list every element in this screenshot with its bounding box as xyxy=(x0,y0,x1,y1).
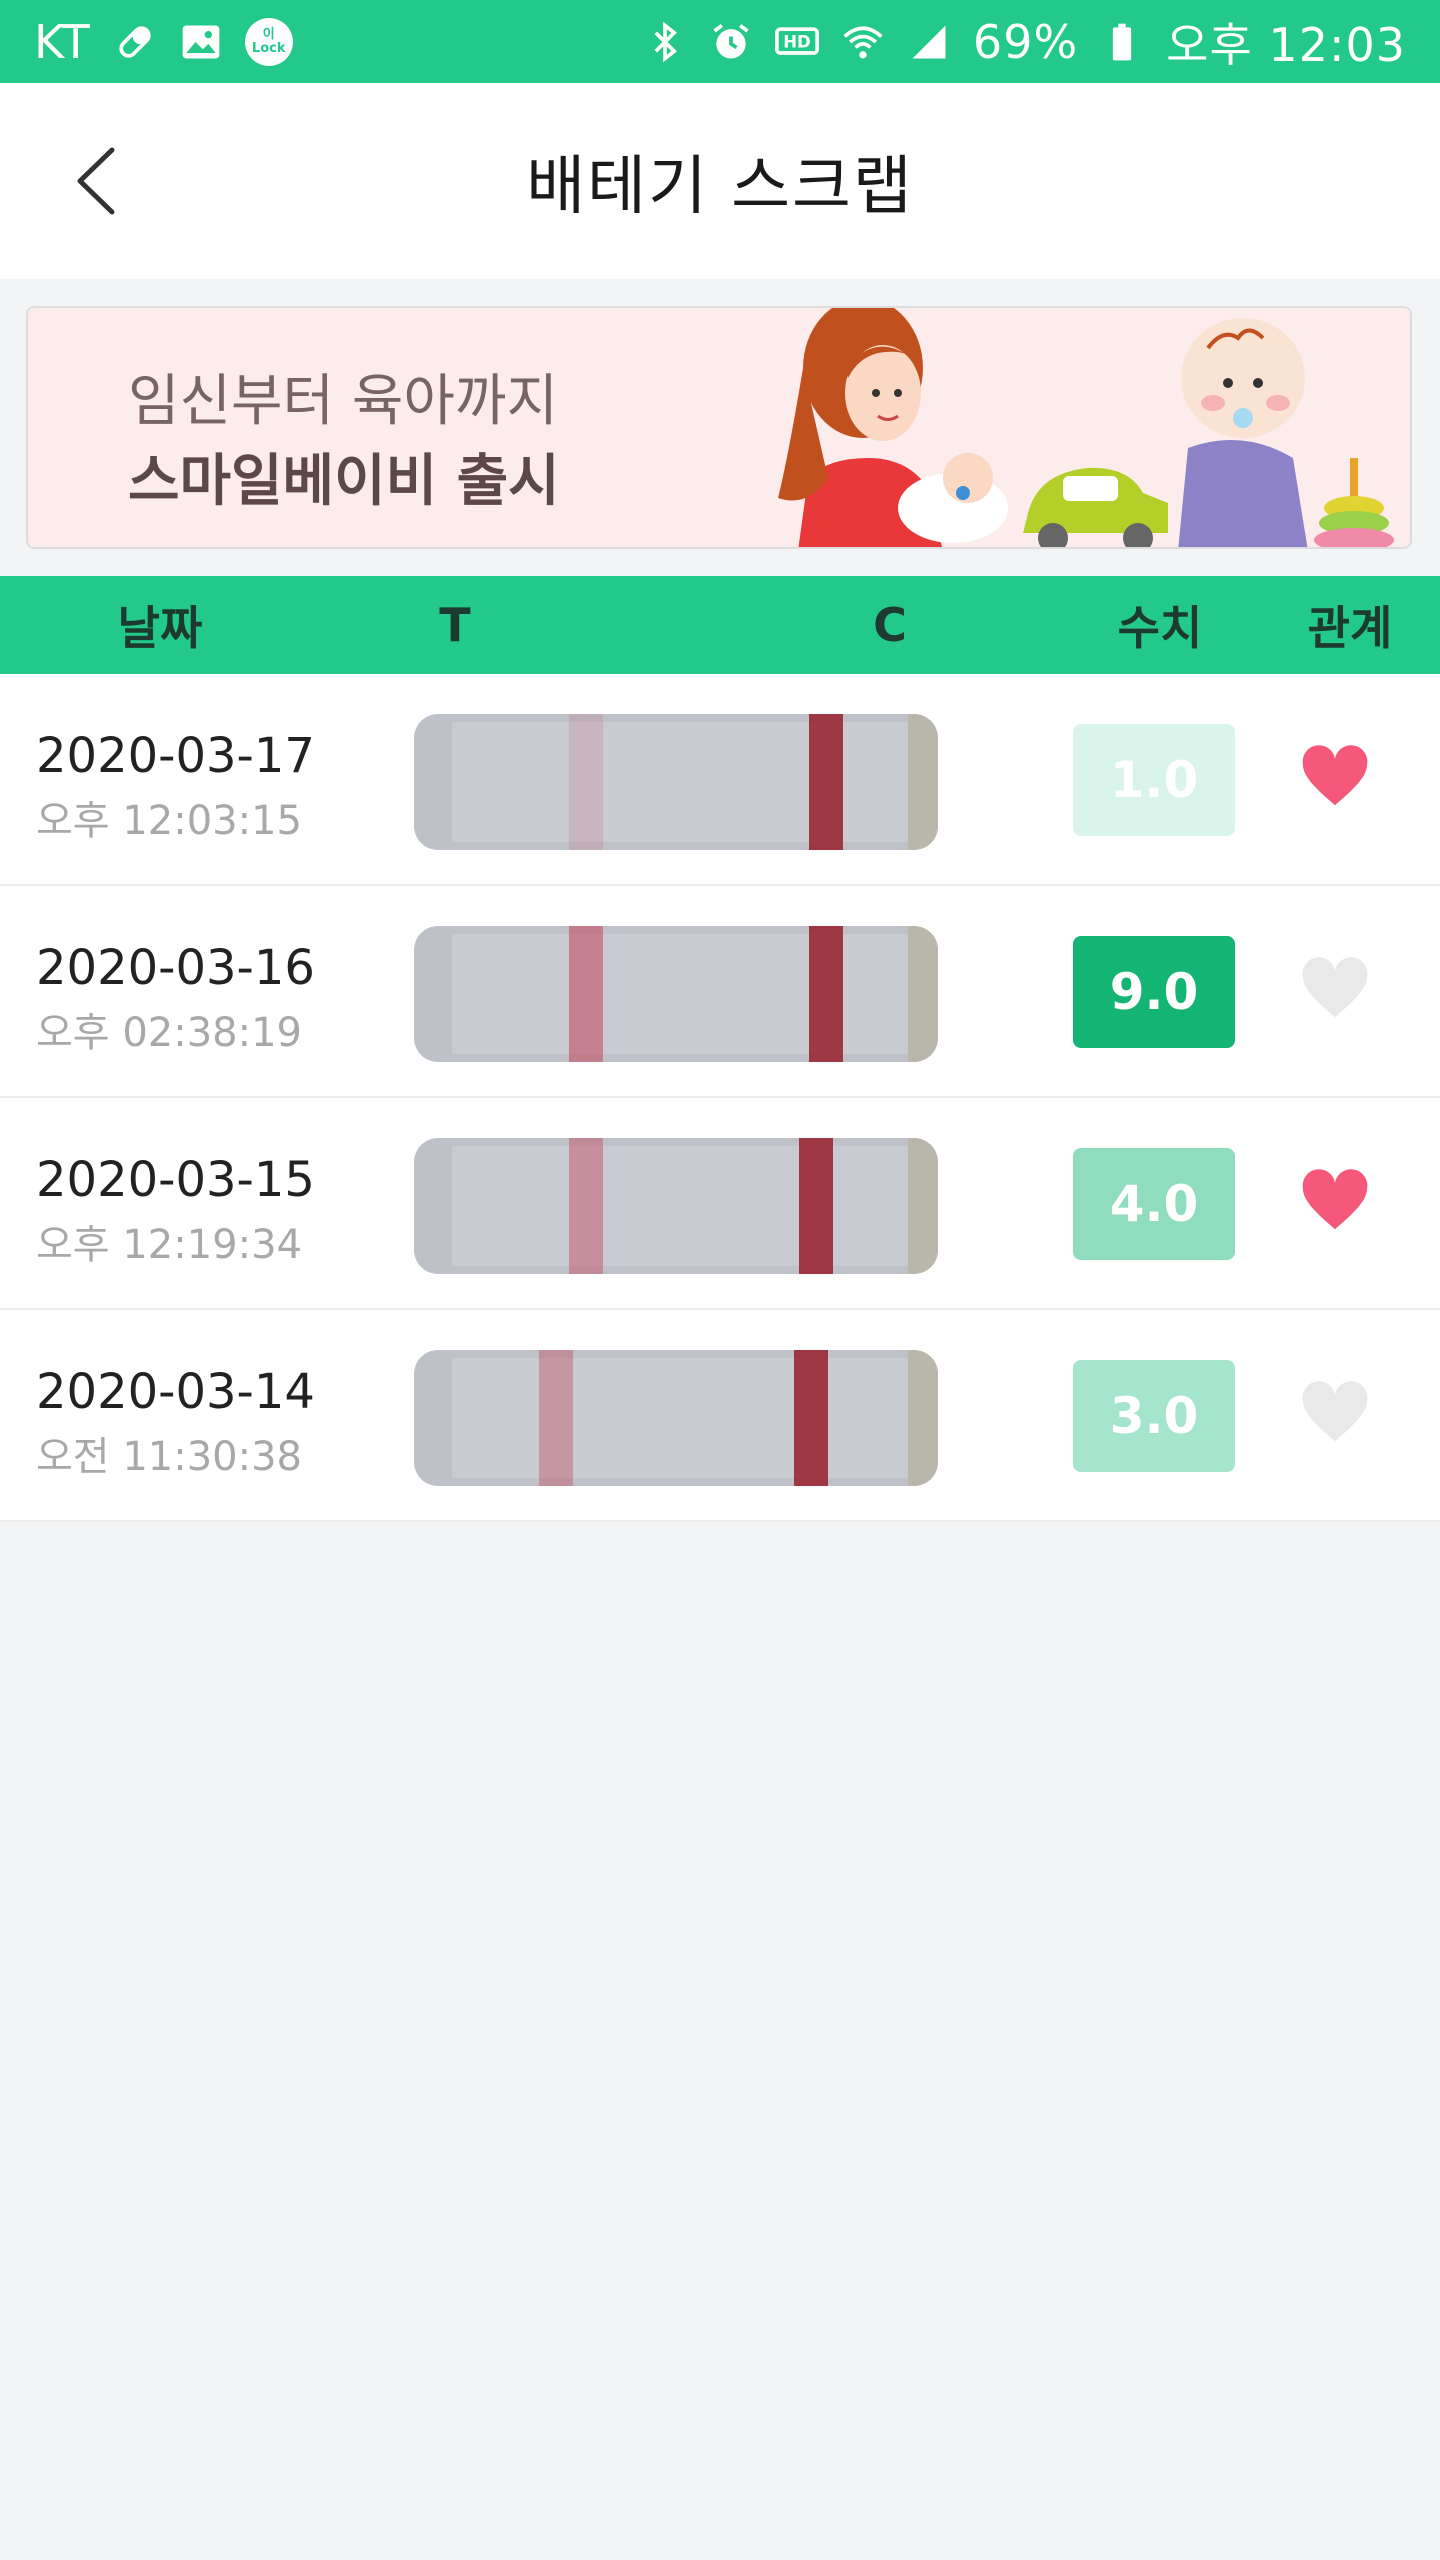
row-date: 2020-03-16 xyxy=(36,940,315,996)
test-strip-image xyxy=(414,1350,938,1486)
column-header-date: 날짜 xyxy=(117,601,203,655)
test-strip-image xyxy=(414,926,938,1062)
column-header-relation: 관계 xyxy=(1307,601,1393,655)
scrap-list: 2020-03-17 오후 12:03:15 1.0 2020-03-16 오후… xyxy=(0,674,1440,1522)
page-title: 배테기 스크랩 xyxy=(526,150,914,224)
banner-title: 스마일베이비 출시 xyxy=(128,449,560,514)
banner-subtitle: 임신부터 육아까지 xyxy=(128,369,558,434)
back-button[interactable] xyxy=(60,136,132,226)
banner-illustration xyxy=(778,308,1394,547)
row-date: 2020-03-14 xyxy=(36,1364,315,1420)
carrier-label: KT xyxy=(34,14,91,69)
test-line xyxy=(569,714,603,850)
column-header-value: 수치 xyxy=(1117,601,1203,655)
heart-icon[interactable] xyxy=(1300,1380,1370,1450)
test-strip-image xyxy=(414,1138,938,1274)
test-strip-image xyxy=(414,714,938,850)
alarm-icon xyxy=(709,20,753,64)
value-badge: 1.0 xyxy=(1073,724,1235,836)
test-line xyxy=(539,1350,573,1486)
row-date: 2020-03-15 xyxy=(36,1152,315,1208)
signal-icon xyxy=(907,20,951,64)
list-item[interactable]: 2020-03-14 오전 11:30:38 3.0 xyxy=(0,1310,1440,1522)
column-header-c: C xyxy=(873,598,907,652)
image-icon xyxy=(179,20,223,64)
heart-icon[interactable] xyxy=(1300,956,1370,1026)
battery-icon xyxy=(1100,20,1144,64)
row-time: 오후 12:19:34 xyxy=(36,1222,302,1268)
pill-icon xyxy=(113,20,157,64)
heart-icon[interactable] xyxy=(1300,744,1370,814)
promo-banner[interactable]: 임신부터 육아까지 스마일베이비 출시 xyxy=(26,306,1412,549)
table-header: 날짜 T C 수치 관계 xyxy=(0,576,1440,674)
hd-icon: HD xyxy=(774,20,819,64)
list-item[interactable]: 2020-03-17 오후 12:03:15 1.0 xyxy=(0,674,1440,886)
clock: 오후 12:03 xyxy=(1166,17,1406,72)
lock-app-icon: 이 Lock xyxy=(244,17,293,66)
test-line xyxy=(569,926,603,1062)
svg-text:HD: HD xyxy=(783,32,811,51)
battery-percent: 69% xyxy=(972,14,1079,69)
row-time: 오전 11:30:38 xyxy=(36,1434,302,1480)
value-badge: 9.0 xyxy=(1073,936,1235,1048)
list-item[interactable]: 2020-03-15 오후 12:19:34 4.0 xyxy=(0,1098,1440,1310)
control-line xyxy=(794,1350,828,1486)
column-header-t: T xyxy=(439,598,471,652)
value-badge: 4.0 xyxy=(1073,1148,1235,1260)
bluetooth-icon xyxy=(643,20,687,64)
control-line xyxy=(809,926,843,1062)
back-chevron-icon xyxy=(77,147,115,215)
row-time: 오후 12:03:15 xyxy=(36,798,302,844)
control-line xyxy=(809,714,843,850)
app-header: 배테기 스크랩 xyxy=(0,83,1440,279)
wifi-icon xyxy=(841,20,885,64)
list-item[interactable]: 2020-03-16 오후 02:38:19 9.0 xyxy=(0,886,1440,1098)
value-badge: 3.0 xyxy=(1073,1360,1235,1472)
heart-icon[interactable] xyxy=(1300,1168,1370,1238)
row-time: 오후 02:38:19 xyxy=(36,1010,302,1056)
control-line xyxy=(799,1138,833,1274)
status-bar: KT 이 Lock HD 69% 오후 12:03 xyxy=(0,0,1440,83)
status-left: KT 이 Lock xyxy=(34,15,293,69)
status-right: HD 69% 오후 12:03 xyxy=(643,9,1406,75)
row-date: 2020-03-17 xyxy=(36,728,315,784)
test-line xyxy=(569,1138,603,1274)
